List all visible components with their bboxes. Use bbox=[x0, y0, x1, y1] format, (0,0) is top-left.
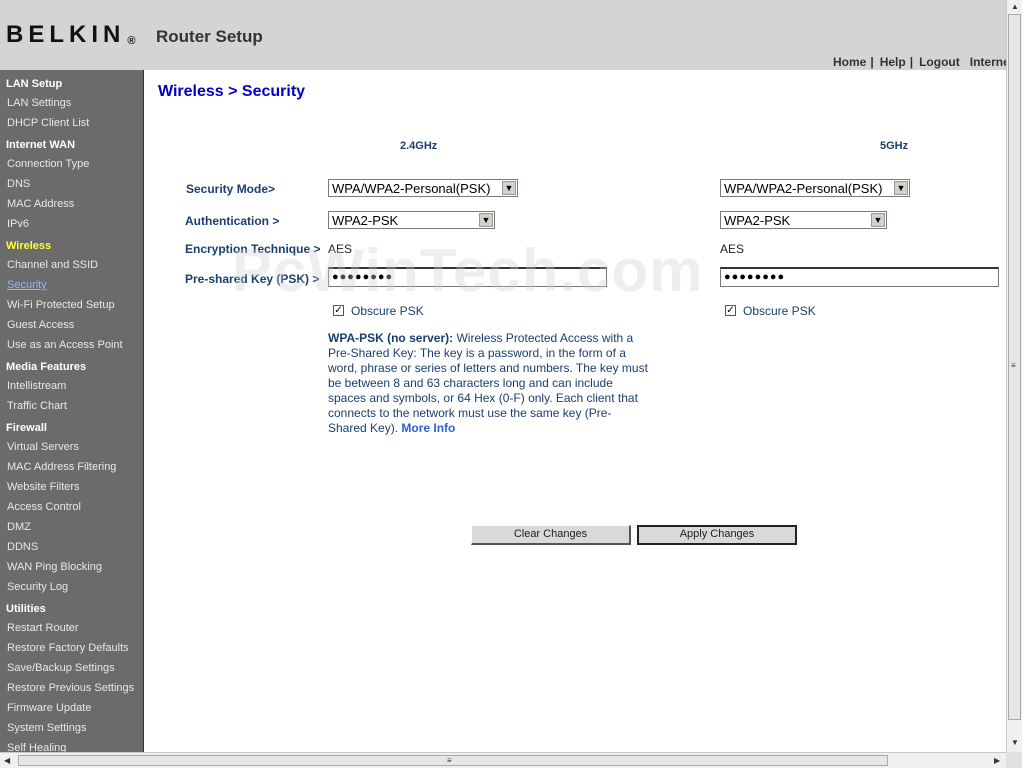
sidebar-item-intellistream[interactable]: Intellistream bbox=[7, 380, 66, 392]
encryption-value-24ghz: AES bbox=[328, 242, 353, 256]
header-title: Router Setup bbox=[156, 27, 263, 46]
sidebar-item-security-log[interactable]: Security Log bbox=[7, 581, 68, 593]
sidebar-item-channel-ssid[interactable]: Channel and SSID bbox=[7, 259, 98, 271]
home-link[interactable]: Home bbox=[833, 55, 866, 69]
encryption-label: Encryption Technique > bbox=[185, 242, 321, 256]
description-heading: WPA-PSK (no server): bbox=[328, 331, 454, 345]
vertical-scrollbar[interactable]: ▲ ≡ ▼ bbox=[1006, 0, 1022, 752]
belkin-logo[interactable]: BELKIN ® bbox=[6, 21, 135, 49]
sidebar-item-security[interactable]: Security bbox=[7, 279, 47, 291]
sidebar-item-restore-factory[interactable]: Restore Factory Defaults bbox=[7, 642, 129, 654]
band-label-5ghz: 5GHz bbox=[880, 140, 909, 152]
sidebar-item-wan-ping-blocking[interactable]: WAN Ping Blocking bbox=[7, 561, 102, 573]
obscure-psk-checkbox-5ghz[interactable]: ✓ bbox=[725, 305, 736, 316]
top-nav: Home|Help|LogoutInternet bbox=[833, 55, 1006, 69]
sidebar-item-dns[interactable]: DNS bbox=[7, 178, 30, 190]
sidebar: LAN Setup LAN Settings DHCP Client List … bbox=[0, 70, 144, 752]
scroll-right-icon[interactable]: ▶ bbox=[994, 756, 1000, 765]
sidebar-item-lan-settings[interactable]: LAN Settings bbox=[7, 97, 71, 109]
authentication-select-24ghz[interactable]: WPA2-PSK ▼ bbox=[328, 211, 495, 229]
sidebar-item-website-filters[interactable]: Website Filters bbox=[7, 481, 80, 493]
chevron-down-icon: ▼ bbox=[479, 213, 493, 227]
sidebar-item-traffic-chart[interactable]: Traffic Chart bbox=[7, 400, 67, 412]
chevron-down-icon: ▼ bbox=[894, 181, 908, 195]
sidebar-item-connection-type[interactable]: Connection Type bbox=[7, 158, 89, 170]
sidebar-item-mac-address[interactable]: MAC Address bbox=[7, 198, 74, 210]
main-content: Wireless > Security 2.4GHz 5GHz Security… bbox=[144, 70, 1006, 752]
grip-icon: ≡ bbox=[447, 756, 452, 765]
sidebar-item-ddns[interactable]: DDNS bbox=[7, 541, 38, 553]
sidebar-item-dmz[interactable]: DMZ bbox=[7, 521, 31, 533]
sidebar-item-self-healing[interactable]: Self Healing bbox=[7, 742, 66, 752]
security-mode-select-5ghz[interactable]: WPA/WPA2-Personal(PSK) ▼ bbox=[720, 179, 910, 197]
psk-input-5ghz[interactable]: ●●●●●●●● bbox=[720, 267, 999, 287]
browser-viewport: BELKIN ® Router Setup Home | Help | Logout Int… bbox=[0, 0, 1006, 752]
band-label-24ghz: 2.4GHz bbox=[400, 140, 438, 152]
sidebar-item-system-settings[interactable]: System Settings bbox=[7, 722, 86, 734]
sidebar-item-access-control[interactable]: Access Control bbox=[7, 501, 81, 513]
sidebar-item-ipv6[interactable]: IPv6 bbox=[7, 218, 29, 230]
sidebar-item-mac-filtering[interactable]: MAC Address Filtering bbox=[7, 461, 116, 473]
router-header: BELKIN ® Router Setup Home | Help | Logout Int… bbox=[0, 0, 1006, 70]
obscure-psk-checkbox-24ghz[interactable]: ✓ bbox=[333, 305, 344, 316]
psk-label: Pre-shared Key (PSK) > bbox=[185, 272, 320, 286]
page-title: Wireless > Security bbox=[158, 83, 306, 100]
sidebar-item-firmware-update[interactable]: Firmware Update bbox=[7, 702, 91, 714]
authentication-select-5ghz[interactable]: WPA2-PSK ▼ bbox=[720, 211, 887, 229]
sidebar-item-dhcp-client-list[interactable]: DHCP Client List bbox=[7, 117, 89, 129]
internet-status-link[interactable]: Internet bbox=[970, 55, 1006, 69]
logout-link[interactable]: Logout bbox=[919, 55, 960, 69]
sidebar-heading-media-features: Media Features bbox=[6, 361, 87, 373]
sidebar-item-access-point[interactable]: Use as an Access Point bbox=[7, 339, 123, 351]
sidebar-heading-internet-wan: Internet WAN bbox=[6, 139, 76, 151]
authentication-label: Authentication > bbox=[185, 214, 280, 228]
registered-mark: ® bbox=[127, 35, 136, 47]
sidebar-item-guest-access[interactable]: Guest Access bbox=[7, 319, 74, 331]
encryption-value-5ghz: AES bbox=[720, 242, 745, 256]
vertical-scroll-thumb[interactable]: ≡ bbox=[1008, 14, 1021, 720]
sidebar-heading-lan-setup: LAN Setup bbox=[6, 78, 63, 90]
more-info-link[interactable]: More Info bbox=[401, 421, 455, 435]
description-body: Wireless Protected Access with a Pre-Sha… bbox=[328, 331, 648, 435]
grip-icon: ≡ bbox=[1011, 361, 1016, 370]
obscure-psk-label-24ghz: Obscure PSK bbox=[351, 304, 424, 318]
horizontal-scrollbar[interactable]: ◀ ≡ ▶ bbox=[0, 752, 1006, 768]
scroll-down-icon[interactable]: ▼ bbox=[1011, 738, 1019, 747]
clear-changes-button[interactable]: Clear Changes bbox=[471, 525, 631, 545]
security-mode-select-24ghz[interactable]: WPA/WPA2-Personal(PSK) ▼ bbox=[328, 179, 518, 197]
sidebar-heading-wireless: Wireless bbox=[6, 240, 52, 252]
horizontal-scroll-thumb[interactable]: ≡ bbox=[18, 755, 888, 766]
scroll-up-icon[interactable]: ▲ bbox=[1011, 2, 1019, 11]
sidebar-item-virtual-servers[interactable]: Virtual Servers bbox=[7, 441, 79, 453]
chevron-down-icon: ▼ bbox=[502, 181, 516, 195]
sidebar-item-restart-router[interactable]: Restart Router bbox=[7, 622, 79, 634]
apply-changes-button[interactable]: Apply Changes bbox=[637, 525, 797, 545]
security-mode-label: Security Mode> bbox=[186, 182, 276, 196]
psk-input-24ghz[interactable]: ●●●●●●●● bbox=[328, 267, 607, 287]
obscure-psk-label-5ghz: Obscure PSK bbox=[743, 304, 816, 318]
sidebar-heading-firewall: Firewall bbox=[6, 422, 47, 434]
sidebar-item-save-backup[interactable]: Save/Backup Settings bbox=[7, 662, 115, 674]
sidebar-item-restore-previous[interactable]: Restore Previous Settings bbox=[7, 682, 134, 694]
sidebar-heading-utilities: Utilities bbox=[6, 603, 46, 615]
help-link[interactable]: Help bbox=[880, 55, 906, 69]
chevron-down-icon: ▼ bbox=[871, 213, 885, 227]
sidebar-item-wifi-protected-setup[interactable]: Wi-Fi Protected Setup bbox=[7, 299, 115, 311]
scroll-left-icon[interactable]: ◀ bbox=[4, 756, 10, 765]
wpa-psk-description: WPA-PSK (no server): Wireless Protected … bbox=[328, 331, 648, 436]
scrollbar-corner bbox=[1006, 752, 1022, 768]
